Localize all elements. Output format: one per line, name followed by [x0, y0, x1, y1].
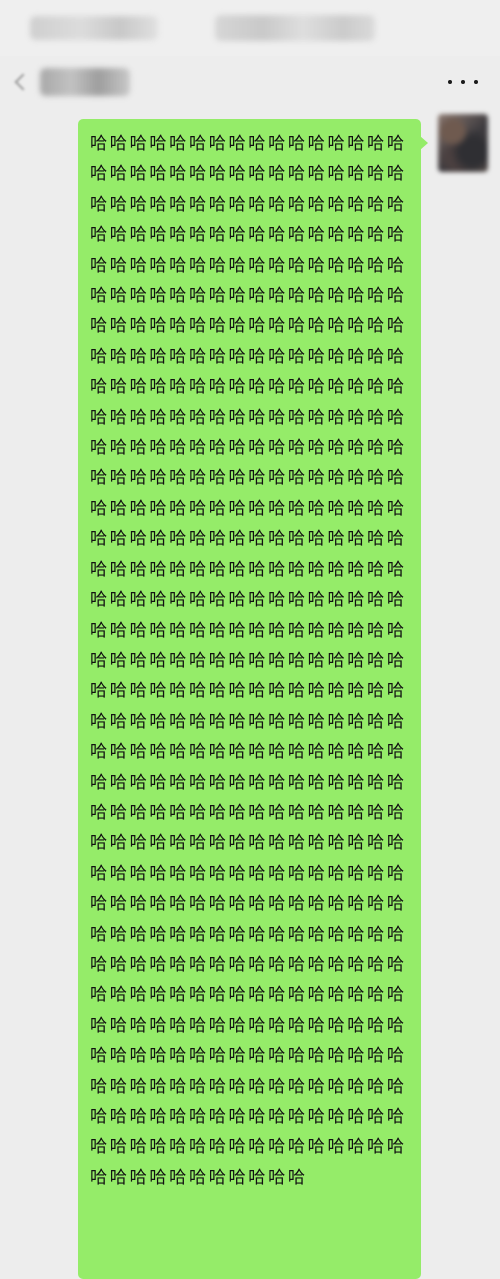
more-dot-icon — [448, 80, 452, 84]
more-dot-icon — [461, 80, 465, 84]
chat-header — [0, 56, 500, 108]
more-options-icon[interactable] — [448, 70, 478, 94]
bubble-tail — [420, 136, 428, 150]
more-dot-icon — [474, 80, 478, 84]
status-bar — [0, 0, 500, 56]
back-arrow-icon[interactable] — [10, 70, 32, 96]
sender-avatar[interactable] — [438, 114, 488, 172]
contact-name — [40, 68, 130, 96]
blurred-status-text-right — [215, 15, 375, 41]
message-list[interactable]: 哈哈哈哈哈哈哈哈哈哈哈哈哈哈哈哈哈哈哈哈哈哈哈哈哈哈哈哈哈哈哈哈哈哈哈哈哈哈哈哈… — [0, 108, 500, 1279]
blurred-status-text-left — [30, 16, 158, 40]
message-text: 哈哈哈哈哈哈哈哈哈哈哈哈哈哈哈哈哈哈哈哈哈哈哈哈哈哈哈哈哈哈哈哈哈哈哈哈哈哈哈哈… — [90, 134, 407, 1188]
message-bubble-outgoing[interactable]: 哈哈哈哈哈哈哈哈哈哈哈哈哈哈哈哈哈哈哈哈哈哈哈哈哈哈哈哈哈哈哈哈哈哈哈哈哈哈哈哈… — [78, 119, 421, 1279]
